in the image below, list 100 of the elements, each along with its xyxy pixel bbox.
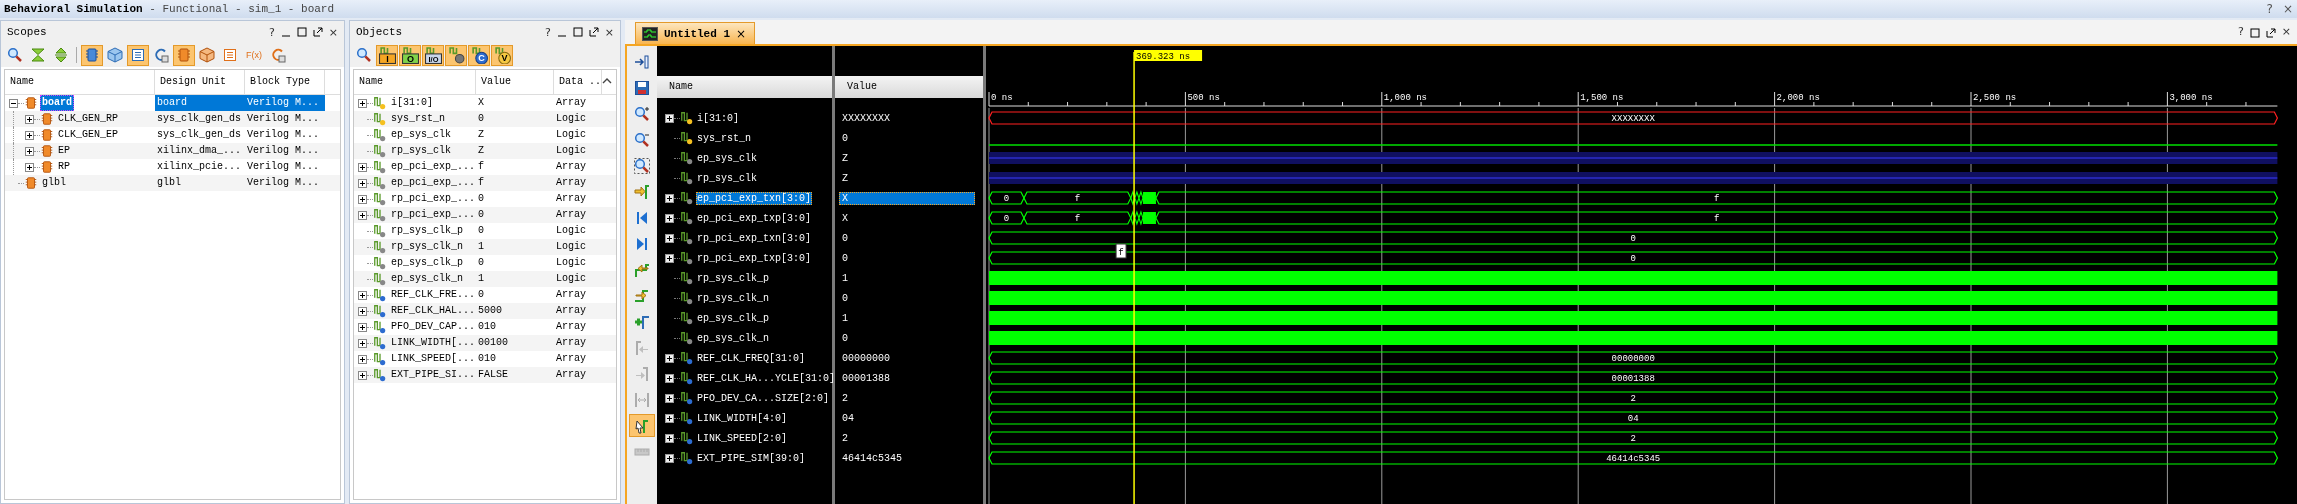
expand-toggle-icon[interactable] — [358, 290, 367, 300]
object-name[interactable]: EXT_PIPE_SI... — [389, 367, 476, 383]
expand-toggle-icon[interactable] — [358, 98, 367, 108]
object-name[interactable]: REF_CLK_HAL... — [389, 303, 476, 319]
wave-tab[interactable]: Untitled 1 × — [635, 22, 756, 44]
object-name[interactable]: LINK_WIDTH[... — [389, 335, 476, 351]
port-inout-filter-button[interactable]: I/O — [422, 44, 444, 66]
expand-toggle-icon[interactable] — [665, 353, 674, 363]
column-header[interactable]: Design Unit — [155, 70, 245, 94]
column-header[interactable]: Name — [354, 70, 476, 94]
expand-toggle-icon[interactable] — [358, 322, 367, 332]
object-name[interactable]: rp_sys_clk — [389, 143, 453, 159]
port-in-filter-button[interactable]: I — [376, 44, 398, 66]
help-button[interactable]: ? — [268, 25, 275, 39]
expand-toggle-icon[interactable] — [358, 178, 367, 188]
object-name[interactable]: PFO_DEV_CAP... — [389, 319, 476, 335]
signal-name[interactable]: PFO_DEV_CA...SIZE[2:0] — [696, 391, 831, 405]
expand-toggle-icon[interactable] — [665, 253, 674, 263]
scroll-up-icon[interactable] — [602, 78, 612, 84]
signal-name[interactable]: sys_rst_n — [696, 131, 752, 145]
scope-name[interactable]: glbl — [40, 175, 68, 191]
close-button[interactable]: × — [604, 25, 614, 39]
signal-name[interactable]: rp_sys_clk — [696, 171, 758, 185]
signal-name[interactable]: rp_pci_exp_txp[3:0] — [696, 251, 813, 265]
expand-toggle-icon[interactable] — [665, 233, 674, 243]
port-out-filter-button[interactable]: O — [399, 44, 421, 66]
signal-name[interactable]: ep_pci_exp_txp[3:0] — [696, 211, 813, 225]
expand-toggle-icon[interactable] — [358, 210, 367, 220]
close-button[interactable]: × — [2282, 2, 2293, 16]
expand-toggle-icon[interactable] — [665, 413, 674, 423]
expand-toggle-icon[interactable] — [665, 373, 674, 383]
help-button[interactable]: ? — [2266, 2, 2273, 16]
expand-toggle-icon[interactable] — [358, 194, 367, 204]
expand-toggle-icon[interactable] — [358, 162, 367, 172]
tab-title[interactable]: Untitled 1 — [664, 27, 730, 40]
column-header[interactable]: Name — [5, 70, 155, 94]
scope-name[interactable]: EP — [56, 143, 72, 159]
column-header[interactable]: Data .. — [554, 70, 602, 94]
signal-name[interactable]: ep_sys_clk_n — [696, 331, 770, 345]
expand-toggle-icon[interactable] — [358, 338, 367, 348]
expand-toggle-icon[interactable] — [358, 370, 367, 380]
expand-toggle-icon[interactable] — [25, 146, 34, 156]
object-name[interactable]: sys_rst_n — [389, 111, 447, 127]
float-icon[interactable] — [312, 27, 323, 37]
expand-toggle-icon[interactable] — [665, 453, 674, 463]
signal-name[interactable]: rp_pci_exp_txn[3:0] — [696, 231, 813, 245]
object-name[interactable]: rp_sys_clk_n — [389, 239, 465, 255]
expand-toggle-icon[interactable] — [665, 213, 674, 223]
column-header[interactable]: Name — [657, 76, 832, 98]
scope-name[interactable]: RP — [56, 159, 72, 175]
scope-name[interactable]: CLK_GEN_RP — [56, 111, 120, 127]
expand-toggle-icon[interactable] — [665, 193, 674, 203]
signal-name[interactable]: ep_sys_clk — [696, 151, 758, 165]
signal-name[interactable]: ep_sys_clk_p — [696, 311, 770, 325]
column-header[interactable]: Block Type — [245, 70, 325, 94]
expand-toggle-icon[interactable] — [25, 130, 34, 140]
maximize-icon[interactable] — [572, 27, 583, 37]
object-name[interactable]: rp_sys_clk_p — [389, 223, 465, 239]
variable-filter-button[interactable]: V — [491, 44, 513, 66]
tab-close-button[interactable]: × — [736, 26, 747, 41]
object-name[interactable]: ep_sys_clk_p — [389, 255, 465, 271]
close-button[interactable]: × — [328, 25, 338, 39]
snap-button[interactable] — [629, 414, 655, 437]
expand-toggle-icon[interactable] — [665, 433, 674, 443]
signal-name[interactable]: REF_CLK_HA...YCLE[31:0] — [696, 371, 837, 385]
object-name[interactable]: LINK_SPEED[... — [389, 351, 476, 367]
close-button[interactable]: × — [2281, 25, 2291, 38]
expand-toggle-icon[interactable] — [25, 162, 34, 172]
object-name[interactable]: ep_pci_exp_... — [389, 175, 476, 191]
signal-name[interactable]: i[31:0] — [696, 111, 740, 125]
scope-name[interactable]: CLK_GEN_EP — [56, 127, 120, 143]
signal-name[interactable]: rp_sys_clk_p — [696, 271, 770, 285]
object-name[interactable]: ep_sys_clk — [389, 127, 453, 143]
signal-name[interactable]: rp_sys_clk_n — [696, 291, 770, 305]
signal-name[interactable]: LINK_SPEED[2:0] — [696, 431, 788, 445]
expand-toggle-icon[interactable] — [358, 306, 367, 316]
expand-toggle-icon[interactable] — [358, 354, 367, 364]
column-header[interactable]: Value — [476, 70, 554, 94]
maximize-icon[interactable] — [2249, 28, 2260, 38]
float-icon[interactable] — [588, 27, 599, 37]
signal-name[interactable]: REF_CLK_FREQ[31:0] — [696, 351, 807, 365]
object-name[interactable]: ep_pci_exp_... — [389, 159, 476, 175]
scope-name[interactable]: board — [40, 95, 74, 111]
signal-name[interactable]: LINK_WIDTH[4:0] — [696, 411, 788, 425]
constant-filter-button[interactable]: C — [468, 44, 490, 66]
collapse-toggle-icon[interactable] — [9, 98, 18, 108]
object-name[interactable]: i[31:0] — [389, 95, 435, 111]
help-button[interactable]: ? — [544, 25, 551, 39]
maximize-icon[interactable] — [296, 27, 307, 37]
expand-toggle-icon[interactable] — [25, 114, 34, 124]
column-header[interactable]: Value — [835, 76, 983, 98]
signal-name[interactable]: EXT_PIPE_SIM[39:0] — [696, 451, 807, 465]
signal-name[interactable]: ep_pci_exp_txn[3:0] — [696, 191, 813, 205]
expand-toggle-icon[interactable] — [665, 393, 674, 403]
object-name[interactable]: REF_CLK_FRE... — [389, 287, 476, 303]
object-name[interactable]: rp_pci_exp_... — [389, 191, 476, 207]
object-name[interactable]: ep_sys_clk_n — [389, 271, 465, 287]
expand-toggle-icon[interactable] — [665, 113, 674, 123]
float-icon[interactable] — [2265, 28, 2276, 38]
object-name[interactable]: rp_pci_exp_... — [389, 207, 476, 223]
